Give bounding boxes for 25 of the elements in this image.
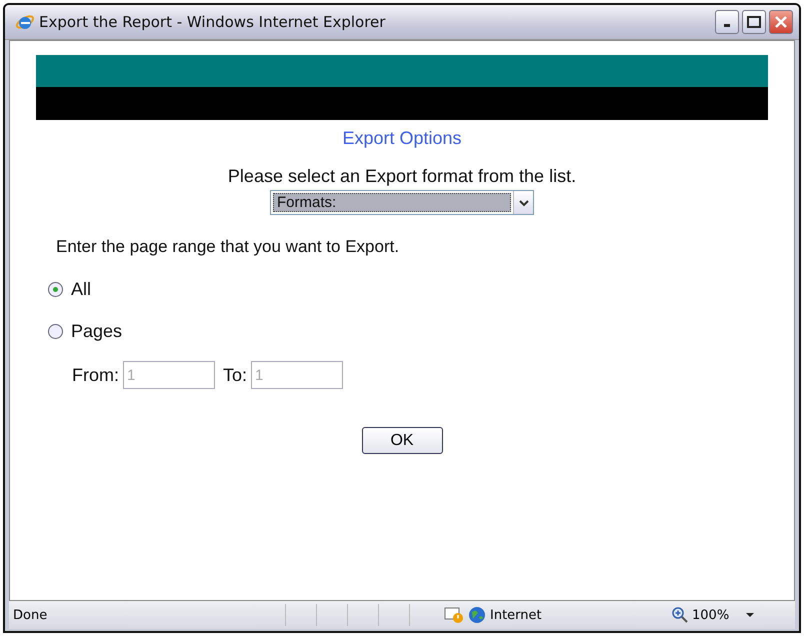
status-text: Done xyxy=(13,608,48,622)
format-prompt: Please select an Export format from the list. xyxy=(228,166,576,187)
zone-text: Internet xyxy=(490,608,543,622)
to-label: To: xyxy=(223,364,248,386)
radio-button[interactable] xyxy=(48,282,63,296)
ok-button[interactable]: OK xyxy=(362,427,442,454)
range-prompt: Enter the page range that you want to Export. xyxy=(56,237,400,257)
from-label: From: xyxy=(72,364,119,386)
globe-icon xyxy=(468,606,486,624)
minimize-icon xyxy=(724,24,730,27)
close-icon xyxy=(774,15,788,29)
caret-icon[interactable] xyxy=(746,612,754,618)
maximize-icon xyxy=(747,16,761,28)
close-button[interactable] xyxy=(769,10,793,34)
zoom-level[interactable]: 100% xyxy=(692,608,742,622)
radio-label: Pages xyxy=(71,320,122,342)
section-heading: Export Options xyxy=(342,128,462,149)
popup-warning-icon[interactable] xyxy=(444,606,464,624)
radio-label: All xyxy=(71,278,92,300)
zoom-icon[interactable] xyxy=(672,607,688,623)
minimize-button[interactable] xyxy=(715,10,739,34)
radio-button[interactable] xyxy=(48,324,63,338)
window-title: Export the Report - Windows Internet Explorer xyxy=(39,13,386,31)
maximize-button[interactable] xyxy=(742,10,766,34)
format-dropdown[interactable]: Formats: xyxy=(270,190,534,215)
